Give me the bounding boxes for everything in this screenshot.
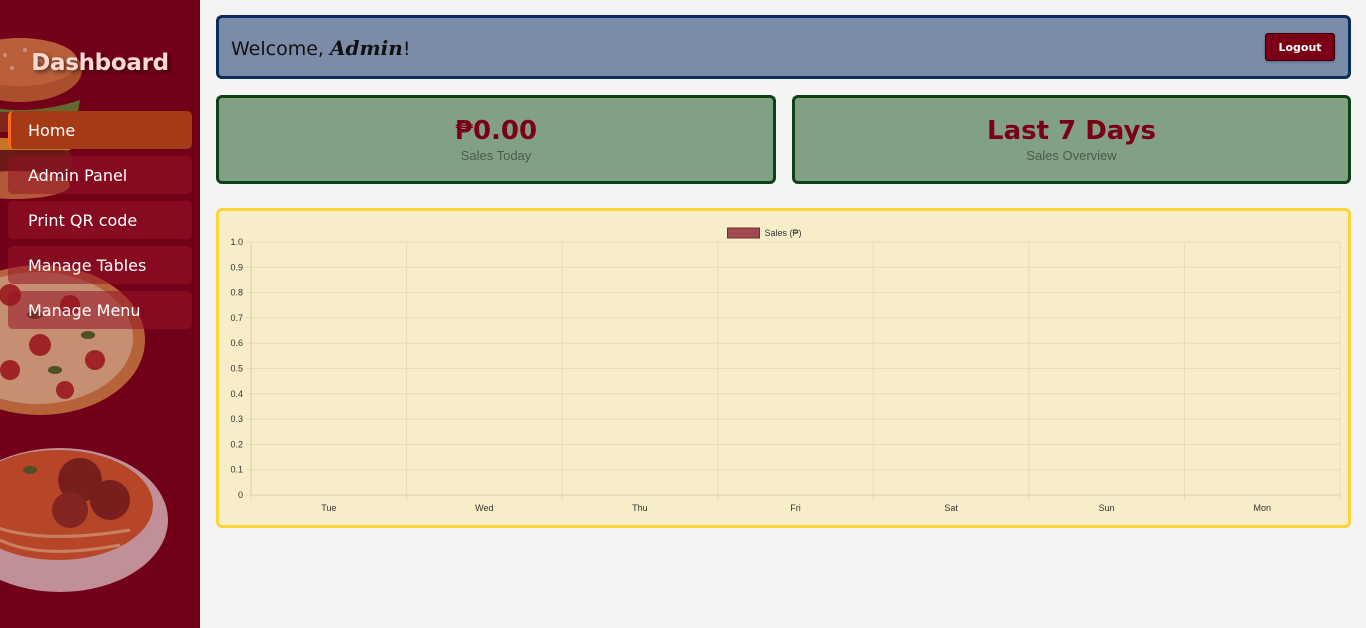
x-tick-label: Sun [1099,503,1115,513]
y-tick-label: 0.7 [230,313,243,323]
user-name: Admin [330,36,403,60]
y-tick-label: 0.2 [230,439,243,449]
y-tick-label: 0.1 [230,465,243,475]
sales-chart-panel: Sales (₱) 1.0 0.9 0.8 0.7 0.6 0.5 0.4 0.3 0.2 0.1 0… [216,208,1351,528]
y-tick-label: 0 [238,490,243,500]
y-tick-label: 0.3 [230,414,243,424]
sidebar-item-home[interactable]: Home [8,111,192,149]
x-tick-label: Wed [475,503,493,513]
sales-today-card: ₱0.00 Sales Today [216,95,776,184]
y-tick-label: 0.6 [230,338,243,348]
sidebar-title: Dashboard [31,50,169,76]
welcome-message: Welcome, Admin! [231,36,410,60]
sidebar-item-manage-tables[interactable]: Manage Tables [8,246,192,284]
welcome-prefix: Welcome, [231,38,324,60]
x-tick-label: Thu [632,503,648,513]
y-tick-label: 0.4 [230,389,243,399]
sidebar-item-admin-panel[interactable]: Admin Panel [8,156,192,194]
sales-today-label: Sales Today [460,148,532,163]
y-tick-label: 0.9 [230,262,243,272]
sidebar-nav: Home Admin Panel Print QR code Manage Ta… [8,111,192,336]
sales-overview-value: Last 7 Days [987,116,1156,146]
legend-swatch [727,227,760,239]
y-tick-label: 0.8 [230,288,243,298]
welcome-bar: Welcome, Admin! Logout [216,15,1351,79]
sales-today-value: ₱0.00 [454,116,538,146]
sales-chart: Sales (₱) 1.0 0.9 0.8 0.7 0.6 0.5 0.4 0.3 0.2 0.1 0… [230,227,1341,513]
x-tick-label: Fri [790,503,801,513]
sidebar-item-manage-menu[interactable]: Manage Menu [8,291,192,329]
x-tick-label: Mon [1253,503,1271,513]
logout-button[interactable]: Logout [1265,33,1335,61]
sidebar-item-print-qr-code[interactable]: Print QR code [8,201,192,239]
legend-label: Sales (₱) [765,228,802,238]
sales-overview-label: Sales Overview [1026,148,1117,163]
y-tick-label: 1.0 [230,237,243,247]
sidebar: Dashboard Home Admin Panel Print QR code… [0,0,200,628]
y-tick-label: 0.5 [230,364,243,374]
welcome-suffix: ! [402,38,411,60]
x-tick-label: Tue [321,503,336,513]
sales-overview-card: Last 7 Days Sales Overview [792,95,1351,184]
x-tick-label: Sat [944,503,958,513]
